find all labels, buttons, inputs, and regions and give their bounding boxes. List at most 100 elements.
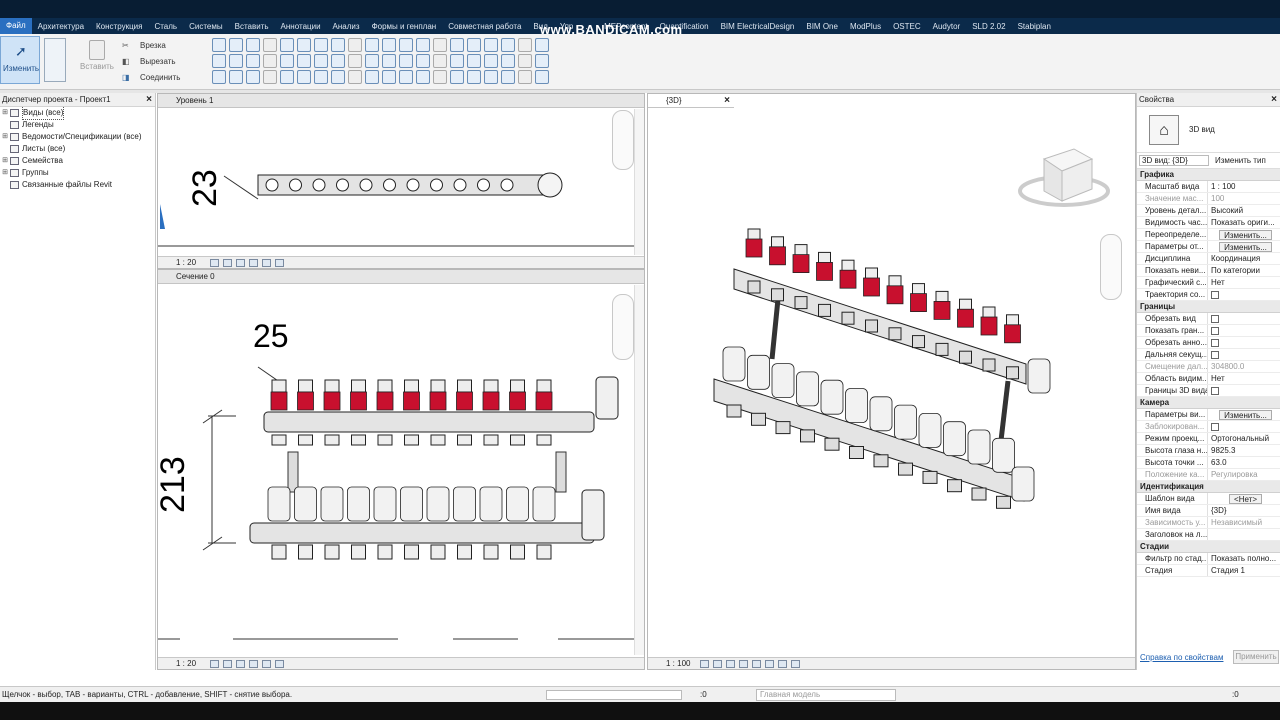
tool-icon[interactable] xyxy=(501,70,515,84)
plan-canvas[interactable]: 23 xyxy=(158,109,634,255)
properties-section[interactable]: Границы xyxy=(1137,301,1280,313)
menu-tab-6[interactable]: Аннотации xyxy=(275,22,327,31)
paste-button[interactable]: Вставить xyxy=(80,38,114,82)
tool-icon[interactable] xyxy=(297,70,311,84)
join-button[interactable]: ◨ Соединить xyxy=(122,70,202,84)
close-icon[interactable]: × xyxy=(724,94,730,108)
sun-icon[interactable] xyxy=(726,659,735,668)
checkbox[interactable] xyxy=(1211,327,1219,335)
checkbox[interactable] xyxy=(1211,351,1219,359)
tool-icon[interactable] xyxy=(467,54,481,68)
sun-icon[interactable] xyxy=(236,258,245,267)
tool-icon[interactable] xyxy=(263,70,277,84)
menu-tab-18[interactable]: OSTEC xyxy=(887,22,927,31)
tool-icon[interactable] xyxy=(297,38,311,52)
type-selector[interactable]: ⌂ 3D вид xyxy=(1137,107,1280,153)
property-value[interactable]: 100 xyxy=(1207,193,1280,204)
tool-icon[interactable] xyxy=(484,70,498,84)
menu-tab-8[interactable]: Формы и генплан xyxy=(366,22,443,31)
menu-tab-5[interactable]: Вставить xyxy=(229,22,275,31)
tool-icon[interactable] xyxy=(484,54,498,68)
lock-icon[interactable] xyxy=(765,659,774,668)
expand-icon[interactable]: ⊞ xyxy=(0,107,10,119)
view3d-canvas[interactable] xyxy=(648,109,1126,657)
browser-item[interactable]: ⊞ Семейства xyxy=(0,155,155,167)
property-value[interactable]: По категории xyxy=(1207,265,1280,276)
tool-icon[interactable] xyxy=(212,38,226,52)
property-value[interactable]: 63.0 xyxy=(1207,457,1280,468)
tool-icon[interactable] xyxy=(280,38,294,52)
tool-icon[interactable] xyxy=(280,70,294,84)
properties-help-link[interactable]: Справка по свойствам xyxy=(1140,653,1223,662)
section-scrollbar-v[interactable] xyxy=(634,285,644,655)
tool-icon[interactable] xyxy=(535,70,549,84)
expand-icon[interactable]: ⊞ xyxy=(0,167,10,179)
tool-icon[interactable] xyxy=(246,38,260,52)
close-icon[interactable]: × xyxy=(146,93,152,107)
tool-icon[interactable] xyxy=(314,38,328,52)
tab-3d[interactable]: {3D} × xyxy=(648,94,734,108)
tool-icon[interactable] xyxy=(263,38,277,52)
property-value[interactable] xyxy=(1207,325,1280,336)
cut-section-button[interactable]: ✂ Врезка xyxy=(122,38,202,52)
viewcube[interactable] xyxy=(1018,148,1110,207)
property-value[interactable]: {3D} xyxy=(1207,505,1280,516)
menu-tab-7[interactable]: Анализ xyxy=(327,22,366,31)
tool-icon[interactable] xyxy=(399,54,413,68)
tool-icon[interactable] xyxy=(518,54,532,68)
plan-scale[interactable]: 1 : 20 xyxy=(176,257,210,269)
property-value[interactable]: Показать ориги... xyxy=(1207,217,1280,228)
property-value[interactable]: Независимый xyxy=(1207,517,1280,528)
tool-icon[interactable] xyxy=(348,54,362,68)
property-value[interactable]: Изменить... xyxy=(1207,241,1280,252)
menu-tab-15[interactable]: BIM ElectricalDesign xyxy=(715,22,801,31)
browser-item[interactable]: Листы (все) xyxy=(0,143,155,155)
tool-icon[interactable] xyxy=(229,54,243,68)
sun-icon[interactable] xyxy=(236,659,245,668)
edit-type-button[interactable]: Изменить тип xyxy=(1215,156,1266,165)
tool-icon[interactable] xyxy=(297,54,311,68)
tool-icon[interactable] xyxy=(365,38,379,52)
tool-icon[interactable] xyxy=(365,54,379,68)
edit-button[interactable]: <Нет> xyxy=(1229,494,1262,504)
cut-button[interactable]: ◧ Вырезать xyxy=(122,54,202,68)
tool-icon[interactable] xyxy=(433,38,447,52)
tool-icon[interactable] xyxy=(416,70,430,84)
tool-icon[interactable] xyxy=(416,38,430,52)
property-value[interactable]: Координация xyxy=(1207,253,1280,264)
tool-icon[interactable] xyxy=(229,38,243,52)
menu-tab-2[interactable]: Конструкция xyxy=(90,22,148,31)
edit-button[interactable]: Изменить... xyxy=(1219,410,1272,420)
tool-icon[interactable] xyxy=(450,38,464,52)
tool-icon[interactable] xyxy=(365,70,379,84)
menu-tab-3[interactable]: Сталь xyxy=(148,22,183,31)
tool-icon[interactable] xyxy=(382,70,396,84)
tool-icon[interactable] xyxy=(399,38,413,52)
properties-section[interactable]: Графика xyxy=(1137,169,1280,181)
property-value[interactable] xyxy=(1207,337,1280,348)
tool-icon[interactable] xyxy=(246,70,260,84)
shadows-icon[interactable] xyxy=(739,659,748,668)
instance-selector[interactable]: 3D вид: {3D} xyxy=(1139,155,1209,166)
edit-button[interactable]: Изменить... xyxy=(1219,242,1272,252)
tool-icon[interactable] xyxy=(501,38,515,52)
tool-icon[interactable] xyxy=(212,54,226,68)
plan-scrollbar-v[interactable] xyxy=(634,109,644,255)
property-value[interactable]: Стадия 1 xyxy=(1207,565,1280,576)
tool-icon[interactable] xyxy=(280,54,294,68)
visual-style-icon[interactable] xyxy=(223,659,232,668)
detail-level-icon[interactable] xyxy=(210,258,219,267)
tool-icon[interactable] xyxy=(450,54,464,68)
tool-icon[interactable] xyxy=(399,70,413,84)
crop-icon[interactable] xyxy=(262,659,271,668)
tab-plan[interactable]: Уровень 1 xyxy=(158,94,644,108)
menu-tab-0[interactable]: Файл xyxy=(0,18,32,34)
menu-tab-19[interactable]: Audytor xyxy=(927,22,967,31)
property-value[interactable]: Изменить... xyxy=(1207,229,1280,240)
tool-icon[interactable] xyxy=(484,38,498,52)
expand-icon[interactable]: ⊞ xyxy=(0,131,10,143)
tool-icon[interactable] xyxy=(246,54,260,68)
property-value[interactable]: Показать полно... xyxy=(1207,553,1280,564)
tool-icon[interactable] xyxy=(229,70,243,84)
crop-icon[interactable] xyxy=(262,258,271,267)
